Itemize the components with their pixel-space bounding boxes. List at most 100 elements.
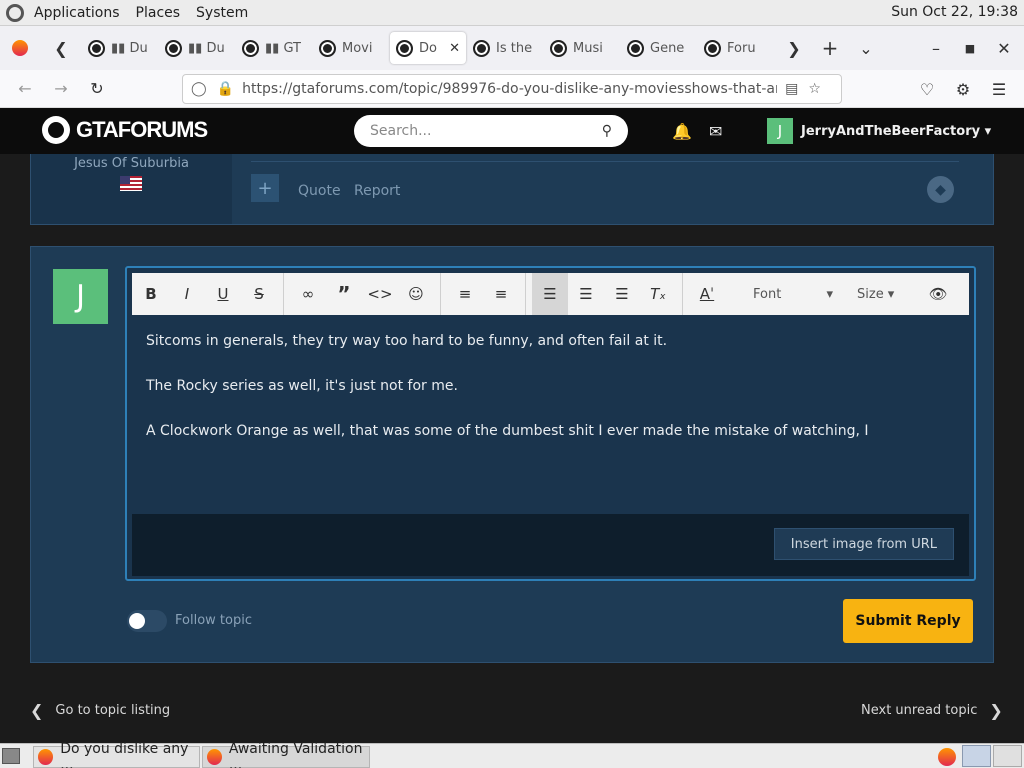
next-unread-topic-link[interactable]: Next unread topic ❯ (861, 701, 1003, 720)
follow-topic-label: Follow topic (175, 613, 252, 628)
user-avatar[interactable]: J (767, 118, 793, 144)
gtaforums-favicon-icon (242, 39, 259, 57)
tab-label: Do (419, 40, 437, 56)
insert-image-url-button[interactable]: Insert image from URL (773, 528, 954, 560)
clock[interactable]: Sun Oct 22, 19:38 (891, 4, 1018, 20)
go-to-topic-listing-link[interactable]: ❮ Go to topic listing (30, 701, 170, 720)
numbered-list-icon[interactable]: ≡ (483, 273, 519, 315)
gtaforums-favicon-icon (319, 39, 336, 57)
tab-5[interactable]: Is the (467, 32, 543, 64)
messages-envelope-icon[interactable]: ✉ (709, 122, 722, 141)
system-menu[interactable]: System (196, 5, 248, 21)
tab-label: ▮▮ GT (265, 40, 301, 56)
font-dropdown[interactable]: Font ▾ (753, 287, 833, 302)
applications-menu[interactable]: Applications (34, 5, 120, 21)
align-left-icon[interactable]: ☰ (532, 273, 568, 315)
firefox-view-icon[interactable] (4, 33, 36, 63)
firefox-icon (207, 749, 222, 765)
tab-1[interactable]: ▮▮ Du (159, 32, 235, 64)
size-dropdown[interactable]: Size ▾ (857, 287, 894, 302)
search-icon[interactable]: ⚲ (602, 123, 612, 139)
gnome-taskbar: Do you dislike any ... Awaiting Validati… (0, 741, 1024, 768)
reply-box: J B I U S ∞ ” <> ☺ ≡ ≡ ☰ ☰ ☰ Tₓ Aˈ Font … (30, 246, 994, 663)
browser-tab-strip: ❮ ▮▮ Du ▮▮ Du ▮▮ GT Movi Do ✕ Is the Musi Gene Fo… (0, 26, 1024, 70)
tab-label: Movi (342, 40, 373, 56)
rich-text-editor[interactable]: B I U S ∞ ” <> ☺ ≡ ≡ ☰ ☰ ☰ Tₓ Aˈ Font▾ (125, 266, 976, 581)
editor-line: The Rocky series as well, it's just not … (146, 378, 458, 394)
align-center-icon[interactable]: ☰ (568, 273, 604, 315)
quote-link[interactable]: Quote (298, 183, 341, 199)
like-reaction-icon[interactable]: ◆ (927, 176, 954, 203)
tab-2[interactable]: ▮▮ GT (236, 32, 312, 64)
align-right-icon[interactable]: ☰ (604, 273, 640, 315)
menu-icon[interactable]: ☰ (984, 74, 1014, 104)
notifications-bell-icon[interactable]: 🔔 (672, 122, 692, 141)
tab-4[interactable]: Do ✕ (390, 32, 466, 64)
toolbar-divider (682, 273, 683, 315)
user-menu[interactable]: JerryAndTheBeerFactory ▾ (801, 124, 991, 139)
tray-firefox-icon[interactable] (938, 748, 956, 766)
text-color-icon[interactable]: Aˈ (689, 273, 725, 315)
post-author-panel: Jesus Of Suburbia (31, 154, 232, 224)
taskbar-window-firefox[interactable]: Do you dislike any ... (33, 741, 200, 768)
maximize-icon[interactable]: ■ (955, 33, 985, 63)
extensions-icon[interactable]: ⚙ (948, 74, 978, 104)
tab-8[interactable]: Foru (698, 32, 774, 64)
tab-6[interactable]: Musi (544, 32, 620, 64)
minimize-icon[interactable]: – (921, 33, 951, 63)
reader-view-icon[interactable]: ▤ (785, 81, 798, 97)
site-logo[interactable]: GTAFORUMS (42, 116, 208, 144)
tab-7[interactable]: Gene (621, 32, 697, 64)
tab-3[interactable]: Movi (313, 32, 389, 64)
show-desktop-icon[interactable] (2, 748, 20, 764)
places-menu[interactable]: Places (136, 5, 181, 21)
preview-eye-icon[interactable]: 👁 (920, 273, 956, 315)
close-window-icon[interactable]: ✕ (989, 33, 1019, 63)
workspace-switcher[interactable] (962, 745, 1022, 767)
url-text[interactable]: https://gtaforums.com/topic/989976-do-yo… (242, 81, 777, 97)
back-icon[interactable]: ← (10, 74, 40, 104)
bold-icon[interactable]: B (133, 273, 169, 315)
multiquote-plus-button[interactable]: + (251, 174, 279, 202)
editor-content[interactable]: Sitcoms in generals, they try way too ha… (146, 330, 869, 465)
submit-reply-button[interactable]: Submit Reply (843, 599, 973, 643)
tab-0[interactable]: ▮▮ Du (82, 32, 158, 64)
link-icon[interactable]: ∞ (290, 273, 326, 315)
emoji-icon[interactable]: ☺ (398, 273, 434, 315)
logo-mark-icon (42, 116, 70, 144)
new-tab-icon[interactable]: + (815, 33, 845, 63)
chevron-left-icon: ❮ (30, 701, 44, 720)
follow-topic-toggle[interactable] (127, 610, 167, 632)
close-tab-icon[interactable]: ✕ (449, 41, 460, 56)
italic-icon[interactable]: I (169, 273, 205, 315)
taskbar-window-awaiting[interactable]: Awaiting Validation ... (202, 741, 370, 768)
navigation-bar: ← → ↻ ◯ 🔒 https://gtaforums.com/topic/98… (0, 70, 1024, 108)
report-link[interactable]: Report (354, 183, 400, 199)
pocket-icon[interactable]: ♡ (912, 74, 942, 104)
tab-scroll-left-icon[interactable]: ❮ (46, 33, 76, 63)
gnome-logo-icon[interactable] (6, 3, 24, 22)
search-input[interactable]: Search... ⚲ (354, 115, 628, 147)
toolbar-divider (283, 273, 284, 315)
tab-label: Musi (573, 40, 603, 56)
bulleted-list-icon[interactable]: ≡ (447, 273, 483, 315)
tab-scroll-right-icon[interactable]: ❯ (779, 33, 809, 63)
blockquote-icon[interactable]: ” (326, 273, 362, 315)
shield-icon[interactable]: ◯ (191, 81, 207, 97)
url-bar[interactable]: ◯ 🔒 https://gtaforums.com/topic/989976-d… (182, 74, 842, 104)
remove-format-icon[interactable]: Tₓ (640, 273, 676, 315)
gtaforums-favicon-icon (165, 39, 182, 57)
page-content: Jesus Of Suburbia + Quote Report ◆ J B I… (0, 154, 1024, 743)
underline-icon[interactable]: U (205, 273, 241, 315)
list-tabs-icon[interactable]: ⌄ (851, 33, 881, 63)
lock-icon[interactable]: 🔒 (217, 81, 234, 97)
strikethrough-icon[interactable]: S (241, 273, 277, 315)
tab-label: ▮▮ Du (188, 40, 225, 56)
logo-text: GTAFORUMS (76, 117, 208, 142)
code-icon[interactable]: <> (362, 273, 398, 315)
reply-avatar: J (53, 269, 108, 324)
editor-attachment-area: Insert image from URL (132, 514, 969, 576)
forward-icon[interactable]: → (46, 74, 76, 104)
reload-icon[interactable]: ↻ (82, 74, 112, 104)
bookmark-star-icon[interactable]: ☆ (808, 81, 821, 97)
